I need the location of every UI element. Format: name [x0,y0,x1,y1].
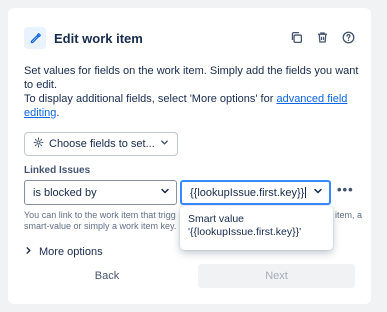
choose-fields-button[interactable]: Choose fields to set... [24,132,178,156]
chevron-down-icon [160,138,169,150]
description: Set values for fields on the work item. … [24,64,360,120]
helper-left-text: You can link to the work item that trigg [24,210,176,220]
description-line-1: Set values for fields on the work item. … [24,65,359,91]
link-type-select[interactable]: is blocked by [24,180,177,205]
text-cursor [305,186,307,198]
help-icon[interactable] [339,28,357,46]
description-line-2-text: To display additional fields, select 'Mo… [24,93,277,105]
link-type-value: is blocked by [33,186,97,199]
linked-issue-value: {{lookupIssue.first.key}} [190,186,313,199]
panel-title: Edit work item [54,30,143,46]
linked-issue-value-text: {{lookupIssue.first.key}} [190,186,305,199]
smart-value-dropdown: Smart value '{{lookupIssue.first.key}}' [180,206,333,250]
description-line-2-suffix: . [56,107,60,119]
edit-icon [24,27,46,49]
smart-value-option[interactable]: Smart value '{{lookupIssue.first.key}}' [180,206,333,246]
edit-work-item-panel: Edit work item Set values for fields on … [8,8,371,304]
chevron-down-icon [160,186,170,199]
linked-issue-input[interactable]: {{lookupIssue.first.key}} [180,180,331,205]
header-actions [287,28,357,46]
choose-fields-label: Choose fields to set... [49,138,155,150]
gear-icon [33,137,44,151]
description-line-2: To display additional fields, select 'Mo… [24,92,360,120]
smart-value-option-value: '{{lookupIssue.first.key}}' [188,226,302,238]
more-options-toggle[interactable]: More options [24,246,103,258]
panel-header: Edit work item [24,26,357,50]
back-button[interactable]: Back [24,264,190,288]
trash-icon[interactable] [313,28,331,46]
more-options-label: More options [39,246,103,258]
copy-icon[interactable] [287,28,305,46]
smart-value-option-title: Smart value [188,213,245,225]
more-actions-icon[interactable]: ••• [337,182,354,197]
helper-right-text: item, a [334,210,362,220]
next-button[interactable]: Next [198,264,355,288]
chevron-down-icon [313,186,323,199]
chevron-right-icon [24,246,33,258]
linked-issues-label: Linked Issues [24,165,91,176]
